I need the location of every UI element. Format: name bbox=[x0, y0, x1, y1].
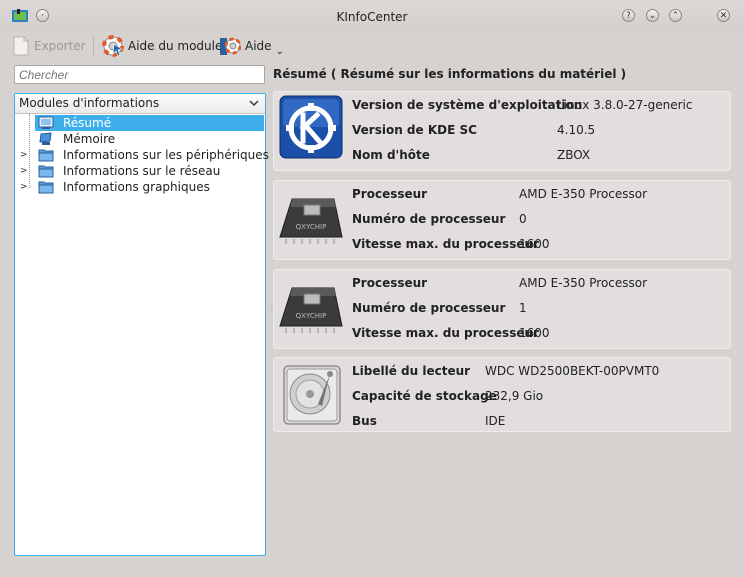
processor-speed-value: 1600 bbox=[519, 326, 550, 340]
tree-item-label: Informations sur le réseau bbox=[63, 164, 221, 178]
kinfocenter-window: · KInfoCenter ? ⌄ ⌃ ✕ Exporter Aide du m… bbox=[0, 0, 744, 577]
module-tree[interactable]: Modules d'informations Résumé Mémoire > bbox=[14, 93, 269, 556]
hostname-value: ZBOX bbox=[557, 148, 591, 162]
tree-item-label: Résumé bbox=[63, 116, 112, 130]
tree-item-label: Informations sur les périphériques bbox=[63, 148, 269, 162]
summary-icon bbox=[38, 116, 54, 129]
processor-speed-label: Vitesse max. du processeur bbox=[352, 237, 539, 251]
processor-number-value: 1 bbox=[519, 301, 527, 315]
folder-icon bbox=[38, 181, 54, 194]
drive-label-value: WDC WD2500BEKT-00PVMT0 bbox=[485, 364, 660, 378]
hostname-label: Nom d'hôte bbox=[352, 148, 430, 162]
cpu-panel-1: QXYCHIP Processeur AMD E-350 Processor N… bbox=[273, 180, 731, 260]
bus-value: IDE bbox=[485, 414, 506, 428]
tree-header-label: Modules d'informations bbox=[19, 96, 160, 110]
tree-item-resume[interactable]: Résumé bbox=[35, 115, 264, 131]
expand-arrow-icon[interactable]: > bbox=[20, 182, 28, 192]
search-input[interactable] bbox=[14, 65, 265, 84]
memory-icon bbox=[39, 132, 52, 145]
tree-item-reseau[interactable]: Informations sur le réseau bbox=[35, 163, 220, 179]
drive-label-label: Libellé du lecteur bbox=[352, 364, 471, 378]
module-help-label: Aide du module bbox=[128, 39, 223, 53]
processor-number-label: Numéro de processeur bbox=[352, 301, 506, 315]
help-label: Aide bbox=[245, 39, 272, 53]
processor-speed-value: 1600 bbox=[519, 237, 550, 251]
title-bar[interactable]: · KInfoCenter ? ⌄ ⌃ ✕ bbox=[0, 0, 744, 32]
close-button[interactable]: ✕ bbox=[717, 9, 730, 22]
processor-chip-icon: QXYCHIP bbox=[279, 287, 343, 333]
module-help-button[interactable]: Aide du module bbox=[102, 34, 222, 58]
processor-number-value: 0 bbox=[519, 212, 527, 226]
os-panel: Version de système d'exploitation Linux … bbox=[273, 91, 731, 171]
storage-capacity-value: 232,9 Gio bbox=[485, 389, 544, 403]
help-menu-button[interactable]: Aide ⌄ bbox=[219, 34, 284, 58]
help-button[interactable]: ? bbox=[622, 9, 635, 22]
chevron-down-icon bbox=[249, 100, 259, 106]
processor-value: AMD E-350 Processor bbox=[519, 276, 648, 290]
expand-arrow-icon[interactable]: > bbox=[20, 166, 28, 176]
processor-label: Processeur bbox=[352, 276, 428, 290]
processor-label: Processeur bbox=[352, 187, 428, 201]
kde-logo-icon bbox=[279, 95, 343, 159]
tree-item-graphiques[interactable]: Informations graphiques bbox=[35, 179, 210, 195]
tree-item-peripheriques[interactable]: Informations sur les périphériques bbox=[35, 147, 269, 163]
kde-version-value: 4.10.5 bbox=[557, 123, 596, 137]
tree-item-memoire[interactable]: Mémoire bbox=[35, 131, 115, 147]
processor-chip-icon: QXYCHIP bbox=[279, 198, 343, 244]
processor-speed-label: Vitesse max. du processeur bbox=[352, 326, 539, 340]
export-label: Exporter bbox=[34, 39, 86, 53]
chip-brand-text: QXYCHIP bbox=[296, 312, 327, 320]
maximize-button[interactable]: ⌃ bbox=[669, 9, 682, 22]
lifebuoy-icon bbox=[102, 35, 124, 57]
help-book-icon bbox=[220, 37, 241, 55]
disk-panel: Libellé du lecteur WDC WD2500BEKT-00PVMT… bbox=[273, 357, 731, 432]
tree-item-label: Informations graphiques bbox=[63, 180, 210, 194]
cpu-panel-2: QXYCHIP Processeur AMD E-350 Processor N… bbox=[273, 269, 731, 349]
processor-value: AMD E-350 Processor bbox=[519, 187, 648, 201]
minimize-button[interactable]: ⌄ bbox=[646, 9, 659, 22]
folder-icon bbox=[38, 165, 54, 178]
page-title: Résumé ( Résumé sur les informations du … bbox=[273, 67, 627, 81]
storage-capacity-label: Capacité de stockage bbox=[352, 389, 497, 403]
chip-brand-text: QXYCHIP bbox=[296, 223, 327, 231]
tree-item-label: Mémoire bbox=[63, 132, 116, 146]
export-button[interactable]: Exporter bbox=[12, 34, 86, 58]
toolbar: Exporter Aide du module Aide ⌄ bbox=[0, 32, 744, 60]
bus-label: Bus bbox=[352, 414, 377, 428]
kde-version-label: Version de KDE SC bbox=[352, 123, 477, 137]
expand-arrow-icon[interactable]: > bbox=[20, 150, 28, 160]
toolbar-separator bbox=[93, 36, 94, 56]
tree-guide-line bbox=[29, 114, 30, 188]
tree-header[interactable]: Modules d'informations bbox=[15, 94, 265, 114]
processor-number-label: Numéro de processeur bbox=[352, 212, 506, 226]
folder-icon bbox=[38, 149, 54, 162]
chevron-down-icon: ⌄ bbox=[275, 45, 284, 57]
os-version-label: Version de système d'exploitation bbox=[352, 98, 583, 112]
hard-drive-icon bbox=[283, 365, 341, 425]
os-version-value: Linux 3.8.0-27-generic bbox=[557, 98, 693, 112]
export-icon bbox=[13, 36, 29, 56]
